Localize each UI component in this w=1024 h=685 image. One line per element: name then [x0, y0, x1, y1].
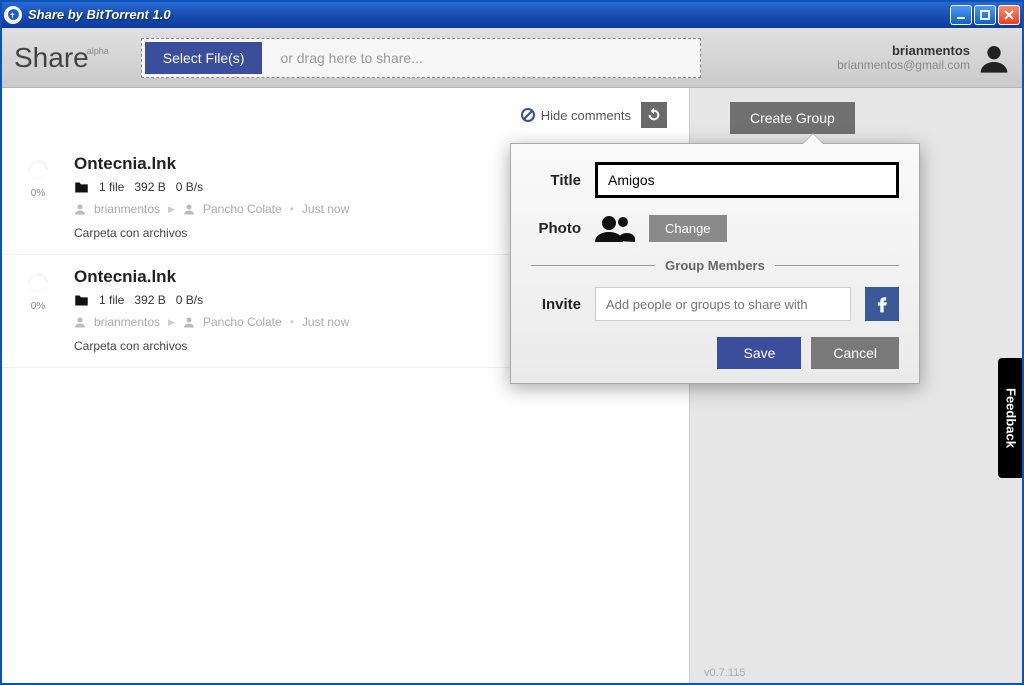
hide-comments-link[interactable]: Hide comments	[521, 108, 631, 123]
app-icon	[4, 6, 22, 24]
select-files-button[interactable]: Select File(s)	[145, 42, 263, 74]
progress-pct: 0%	[20, 301, 56, 312]
cancel-button[interactable]: Cancel	[811, 337, 899, 369]
user-block[interactable]: brianmentos brianmentos@gmail.com	[837, 42, 1010, 74]
prohibit-icon	[521, 108, 535, 122]
photo-label: Photo	[531, 220, 581, 237]
app-name: Sharealpha	[14, 42, 111, 74]
user-email: brianmentos@gmail.com	[837, 58, 970, 72]
progress-block: 0%	[20, 154, 56, 240]
progress-block: 0%	[20, 267, 56, 353]
refresh-button[interactable]	[641, 102, 667, 128]
minimize-button[interactable]	[950, 5, 972, 25]
progress-pct: 0%	[20, 188, 56, 199]
group-members-heading: Group Members	[665, 258, 765, 273]
create-group-button[interactable]: Create Group	[730, 102, 855, 134]
window-title: Share by BitTorrent 1.0	[28, 7, 950, 22]
create-group-popover: Title Photo Change Group Members Invite	[510, 143, 920, 384]
close-button[interactable]	[998, 5, 1020, 25]
side-panel: Create Group Title Photo Change Group Me…	[690, 88, 1024, 685]
group-title-input[interactable]	[595, 162, 899, 198]
folder-icon	[74, 294, 89, 307]
save-button[interactable]: Save	[717, 337, 801, 369]
drop-zone[interactable]: Select File(s) or drag here to share...	[141, 38, 701, 78]
avatar-icon	[978, 42, 1010, 74]
title-label: Title	[531, 172, 581, 189]
folder-icon	[74, 181, 89, 194]
window-titlebar: Share by BitTorrent 1.0	[0, 0, 1024, 28]
group-photo-icon	[595, 214, 635, 242]
invite-label: Invite	[531, 296, 581, 313]
header-bar: Sharealpha Select File(s) or drag here t…	[0, 28, 1024, 88]
feedback-tab[interactable]: Feedback	[998, 358, 1024, 478]
person-icon	[183, 203, 195, 215]
version-label: v0.7.115	[704, 667, 745, 679]
spinner-icon	[23, 269, 53, 297]
person-icon	[74, 316, 86, 328]
person-icon	[183, 316, 195, 328]
maximize-button[interactable]	[974, 5, 996, 25]
spinner-icon	[23, 156, 53, 184]
person-icon	[74, 203, 86, 215]
drag-hint: or drag here to share...	[280, 50, 422, 66]
change-photo-button[interactable]: Change	[649, 215, 727, 242]
facebook-button[interactable]	[865, 287, 899, 321]
invite-input[interactable]	[595, 287, 851, 321]
user-name: brianmentos	[837, 43, 970, 58]
